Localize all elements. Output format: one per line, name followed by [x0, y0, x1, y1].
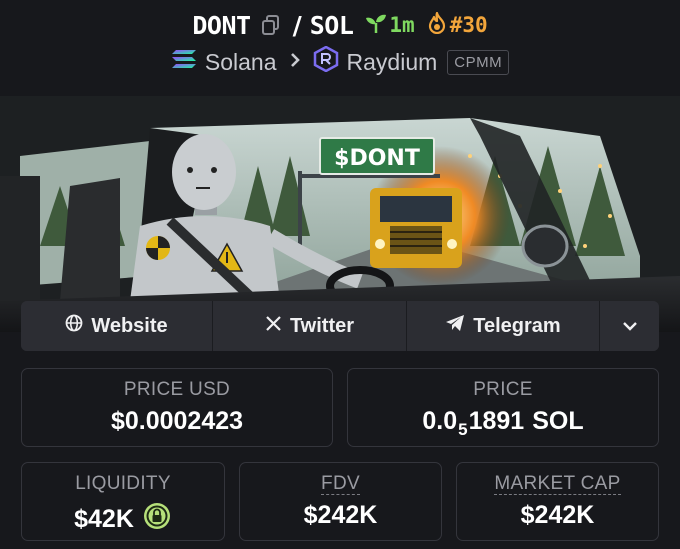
chevron-down-icon [622, 315, 638, 338]
more-links-button[interactable] [600, 301, 659, 351]
banner-sign-text: $DONT [334, 146, 420, 171]
liquidity-card: LIQUIDITY $42K [21, 462, 225, 541]
pair-breadcrumb: Solana Raydium CPMM [0, 45, 680, 78]
rank-value: #30 [449, 13, 488, 37]
pair-header: DONT / SOL 1m #30 Solana Raydium CPMM [0, 0, 680, 96]
fdv-label: FDV [321, 473, 360, 495]
dex-name: Raydium [346, 48, 438, 75]
price-usd-card: PRICE USD $0.0002423 [21, 368, 333, 447]
price-native-prefix: 0.0 [422, 407, 458, 435]
price-usd-value: $0.0002423 [110, 407, 244, 435]
chevron-right-icon [289, 51, 301, 74]
quote-symbol: SOL [309, 10, 354, 40]
fdv-card: FDV $242K [239, 462, 442, 541]
website-label: Website [91, 314, 168, 337]
telegram-button[interactable]: Telegram [407, 301, 600, 351]
twitter-label: Twitter [289, 314, 355, 337]
raydium-logo-icon [313, 45, 339, 78]
price-usd-label: PRICE USD [123, 379, 231, 400]
lock-icon[interactable] [142, 501, 172, 538]
telegram-label: Telegram [473, 314, 561, 337]
token-banner-image: $DONT [0, 96, 680, 332]
copy-icon[interactable] [261, 14, 281, 36]
price-native-zero-count: 5 [458, 419, 468, 439]
pair-age: 1m [365, 12, 415, 39]
liquidity-label: LIQUIDITY [75, 473, 171, 494]
trending-rank[interactable]: #30 [427, 11, 488, 39]
dex-link[interactable]: Raydium [313, 45, 438, 78]
age-value: 1m [389, 13, 415, 37]
flame-icon [427, 11, 447, 39]
market-cap-card: MARKET CAP $242K [456, 462, 659, 541]
chain-link[interactable]: Solana [171, 48, 277, 76]
chain-name: Solana [204, 48, 277, 75]
pair-title: DONT / SOL 1m #30 [0, 8, 680, 42]
twitter-button[interactable]: Twitter [213, 301, 407, 351]
globe-icon [65, 314, 83, 338]
x-logo-icon [265, 315, 282, 338]
liquidity-value: $42K [74, 505, 134, 533]
website-button[interactable]: Website [21, 301, 213, 351]
liquidity-value-row: $42K [22, 501, 224, 538]
market-cap-value: $242K [520, 501, 595, 529]
social-links-bar: Website Twitter Telegram [21, 301, 659, 351]
market-cap-label: MARKET CAP [494, 473, 621, 495]
solana-logo-icon [171, 48, 197, 76]
price-native-digits: 1891 [468, 407, 525, 435]
market-cap-label-wrap[interactable]: MARKET CAP [457, 473, 658, 495]
price-native-value: 0.0 5 1891 SOL [348, 407, 658, 439]
price-native-card: PRICE 0.0 5 1891 SOL [347, 368, 659, 447]
seedling-icon [365, 12, 387, 39]
telegram-plane-icon [445, 314, 465, 338]
pair-separator: / [292, 10, 302, 40]
pool-type-badge: CPMM [447, 49, 510, 75]
fdv-value: $242K [303, 501, 378, 529]
price-native-unit: SOL [532, 407, 584, 435]
token-symbol: DONT [192, 10, 251, 40]
fdv-label-wrap[interactable]: FDV [240, 473, 441, 495]
price-native-label: PRICE [473, 379, 533, 400]
